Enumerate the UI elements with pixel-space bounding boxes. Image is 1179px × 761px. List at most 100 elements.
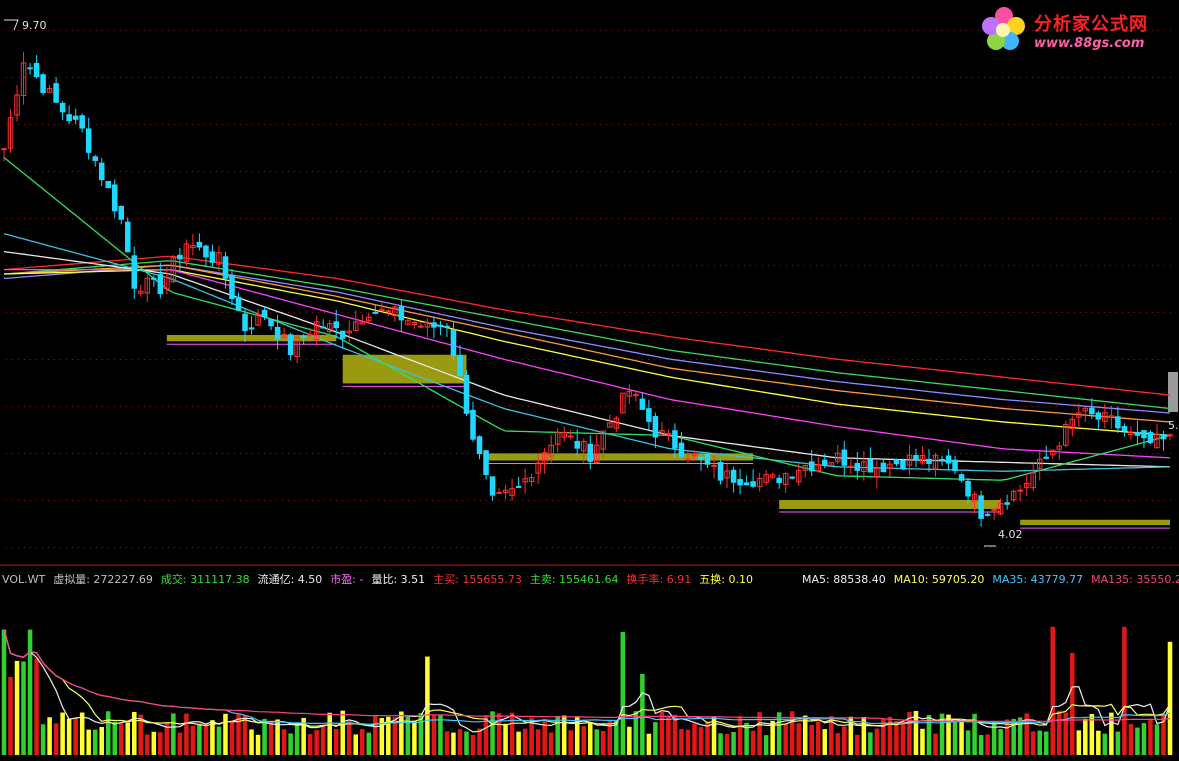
grid-dot [960,312,961,313]
grid-dot [660,30,661,31]
grid-dot [276,500,277,501]
grid-dot [780,265,781,266]
grid-dot [438,406,439,407]
grid-dot [750,406,751,407]
grid-dot [732,265,733,266]
volume-bar [1050,626,1056,755]
grid-dot [456,30,457,31]
grid-dot [1014,359,1015,360]
grid-dot [1014,547,1015,548]
grid-dot [168,359,169,360]
grid-dot [78,124,79,125]
grid-dot [666,547,667,548]
grid-dot [432,77,433,78]
grid-dot [288,359,289,360]
grid-dot [816,359,817,360]
grid-dot [18,453,19,454]
grid-dot [1098,171,1099,172]
grid-dot [324,406,325,407]
grid-dot [480,406,481,407]
grid-dot [204,312,205,313]
grid-dot [612,171,613,172]
grid-dot [696,124,697,125]
grid-dot [396,453,397,454]
grid-dot [84,406,85,407]
grid-dot [702,218,703,219]
grid-dot [114,500,115,501]
grid-dot [600,77,601,78]
grid-dot [600,124,601,125]
grid-dot [66,218,67,219]
grid-dot [660,171,661,172]
grid-dot [618,77,619,78]
grid-dot [252,124,253,125]
grid-dot [606,547,607,548]
grid-dot [582,547,583,548]
candle-body [450,329,457,357]
grid-dot [654,171,655,172]
grid-dot [168,30,169,31]
grid-dot [498,171,499,172]
grid-dot [1158,547,1159,548]
grid-dot [930,171,931,172]
grid-dot [558,500,559,501]
grid-dot [174,171,175,172]
grid-dot [450,265,451,266]
candle-body [72,115,79,120]
grid-dot [954,124,955,125]
grid-dot [414,77,415,78]
grid-dot [738,30,739,31]
grid-dot [300,500,301,501]
grid-dot [1164,124,1165,125]
grid-dot [102,547,103,548]
grid-dot [708,265,709,266]
candle-body [339,330,346,339]
grid-dot [1056,453,1057,454]
grid-dot [390,406,391,407]
grid-dot [324,30,325,31]
volume-bar [151,731,157,755]
grid-dot [918,453,919,454]
grid-dot [558,547,559,548]
volume-bar [281,729,287,755]
grid-dot [642,359,643,360]
grid-dot [540,30,541,31]
grid-dot [858,30,859,31]
grid-dot [936,77,937,78]
grid-dot [696,265,697,266]
grid-dot [222,359,223,360]
grid-dot [750,218,751,219]
grid-dot [582,30,583,31]
grid-dot [834,171,835,172]
volume-bar [399,711,404,755]
grid-dot [822,171,823,172]
grid-dot [600,547,601,548]
grid-dot [510,312,511,313]
grid-dot [846,312,847,313]
grid-dot [678,124,679,125]
grid-dot [882,547,883,548]
volume-bar [490,711,495,755]
volume-bar [294,722,300,755]
grid-dot [750,171,751,172]
grid-dot [468,500,469,501]
grid-dot [180,453,181,454]
grid-dot [1164,359,1165,360]
grid-dot [1152,500,1153,501]
volume-bar [933,733,938,755]
candle-body [59,102,66,113]
volume-bar [679,729,684,755]
grid-dot [846,406,847,407]
flower-logo-icon [982,7,1025,50]
grid-dot [222,218,223,219]
grid-dot [408,124,409,125]
volume-bar [1056,710,1062,755]
grid-dot [282,359,283,360]
grid-dot [420,218,421,219]
grid-dot [834,218,835,219]
grid-dot [516,77,517,78]
grid-dot [24,124,25,125]
grid-dot [426,453,427,454]
grid-dot [1134,218,1135,219]
grid-dot [936,124,937,125]
